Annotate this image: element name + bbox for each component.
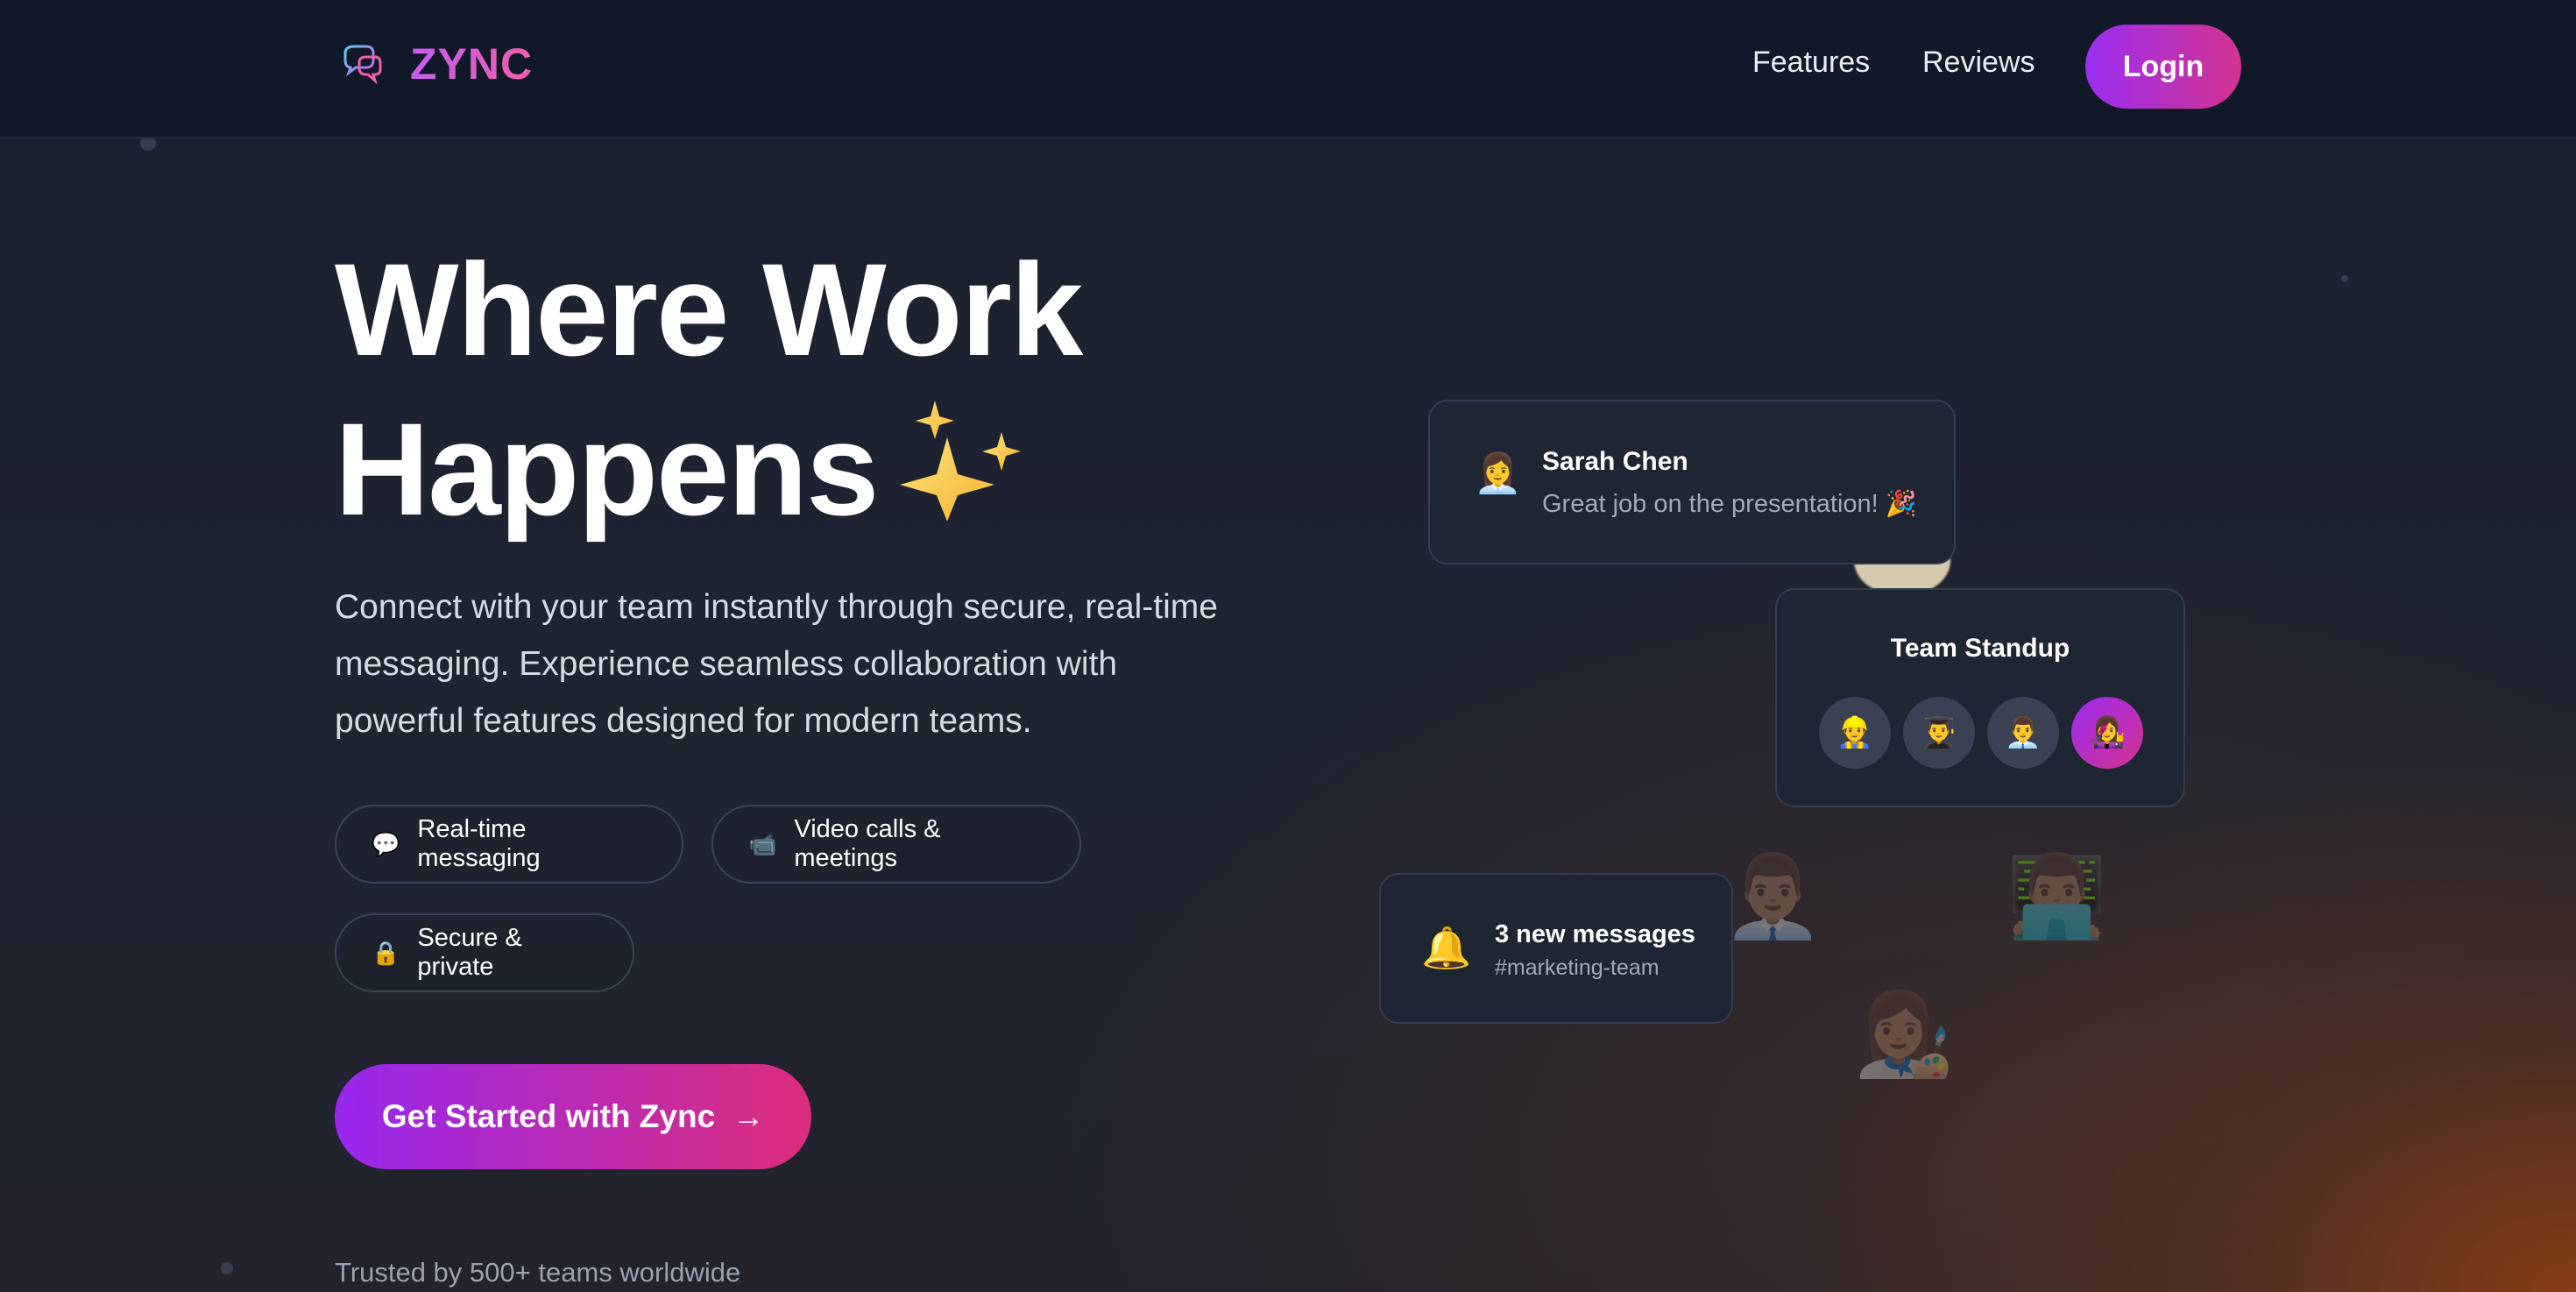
feature-chip-messaging: 💬 Real-time messaging — [335, 805, 683, 884]
chat-bubbles-icon — [343, 45, 382, 85]
hero-title-line1: Where Work — [335, 236, 1083, 383]
standup-avatars: 👷 👨‍🎓 👨‍💼 👩‍🎤 — [1819, 697, 2155, 769]
hero-title-line2: Happens — [335, 395, 879, 543]
notification-title: 3 new messages — [1495, 920, 1695, 948]
background-person-icon: 👨🏽‍💻 — [2006, 852, 2107, 941]
message-text: Great job on the presentation! 🎉 — [1542, 490, 1917, 518]
feature-chip-label: Video calls & meetings — [794, 815, 941, 872]
nav-link-features[interactable]: Features — [1752, 46, 1870, 80]
background-dot — [221, 1262, 233, 1274]
feature-chip-label: Secure & private — [417, 924, 522, 981]
get-started-label: Get Started with Zync — [381, 1098, 716, 1134]
message-sender: Sarah Chen — [1542, 447, 1688, 476]
background-dot — [2341, 275, 2348, 282]
avatar: 👨‍💼 — [1987, 697, 2059, 769]
avatar: 👨‍🎓 — [1903, 697, 1975, 769]
notification-channel: #marketing-team — [1495, 955, 1660, 980]
lock-icon: 🔒 — [372, 939, 400, 966]
login-button[interactable]: Login — [2085, 25, 2241, 109]
avatar: 👩‍💼 — [1474, 452, 1522, 495]
feature-chip-video: 📹 Video calls & meetings — [711, 805, 1081, 884]
arrow-right-icon: → — [732, 1098, 765, 1134]
hero-subtitle: Connect with your team instantly through… — [335, 588, 1218, 740]
avatar: 👷 — [1819, 697, 1891, 769]
standup-title: Team Standup — [1890, 634, 2070, 663]
standup-card: Team Standup 👷 👨‍🎓 👨‍💼 👩‍🎤 — [1775, 588, 2185, 807]
avatar-active: 👩‍🎤 — [2071, 697, 2143, 769]
get-started-button[interactable]: Get Started with Zync → — [335, 1064, 811, 1169]
trusted-text: Trusted by 500+ teams worldwide — [335, 1257, 741, 1288]
background-person-icon: 👩🏽‍🎨 — [1854, 990, 1955, 1080]
speech-bubble-icon: 💬 — [372, 830, 400, 857]
video-camera-icon: 📹 — [748, 830, 777, 857]
hero-title: Where Work Happens — [335, 230, 1083, 549]
sparkles-icon — [900, 401, 1022, 522]
background-person-icon: 👨🏽‍💼 — [1723, 852, 1823, 941]
message-card: 👩‍💼 Sarah Chen Great job on the presenta… — [1428, 400, 1956, 564]
navbar: ZYNC Features Reviews Login — [0, 0, 2576, 138]
feature-chip-secure: 🔒 Secure & private — [335, 913, 634, 992]
brand-name: ZYNC — [410, 39, 534, 89]
notification-card: 🔔 3 new messages #marketing-team — [1379, 873, 1733, 1024]
nav-link-reviews[interactable]: Reviews — [1922, 46, 2035, 80]
feature-chip-label: Real-time messaging — [417, 815, 541, 872]
bell-icon: 🔔 — [1421, 925, 1472, 970]
brand-logo[interactable]: ZYNC — [340, 39, 533, 89]
